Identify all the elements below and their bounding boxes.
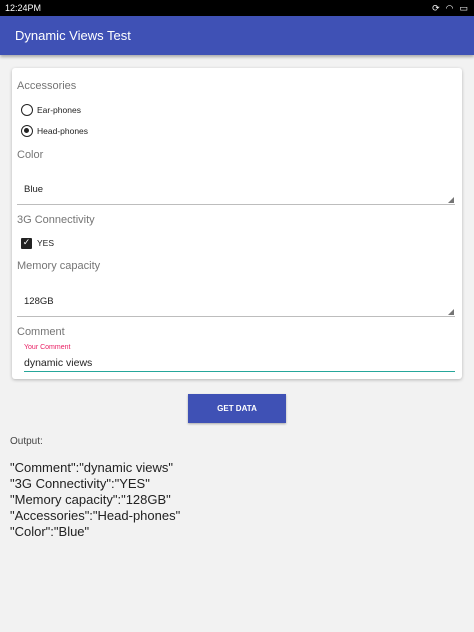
comment-hint: Your Comment [24, 344, 71, 351]
connectivity-checkbox-label: YES [37, 238, 55, 248]
color-spinner[interactable]: Blue [17, 175, 455, 205]
memory-spinner[interactable]: 128GB [17, 287, 455, 317]
accessories-label: Accessories [17, 80, 77, 92]
battery-icon: ▭ [459, 3, 468, 13]
radio-button-checked[interactable] [21, 125, 33, 137]
memory-label: Memory capacity [17, 260, 101, 272]
dropdown-arrow-icon [448, 197, 454, 203]
radio-head-phones[interactable]: Head-phones [21, 123, 88, 139]
color-spinner-value: Blue [24, 184, 44, 195]
sync-icon: ⟳ [432, 3, 440, 13]
memory-spinner-value: 128GB [24, 296, 54, 307]
radio-button-unchecked[interactable] [21, 104, 33, 116]
output-line: "Accessories":"Head-phones" [10, 508, 181, 523]
app-title: Dynamic Views Test [15, 28, 131, 43]
output-line: "3G Connectivity":"YES" [10, 476, 150, 491]
color-label: Color [17, 149, 44, 161]
status-time: 12:24PM [5, 3, 42, 13]
dropdown-arrow-icon [448, 309, 454, 315]
comment-label: Comment [17, 326, 65, 338]
output-line: "Memory capacity":"128GB" [10, 492, 171, 507]
app-bar: Dynamic Views Test [0, 16, 474, 55]
checkbox-checked-icon[interactable]: ✓ [21, 237, 32, 249]
connectivity-label: 3G Connectivity [17, 214, 95, 226]
radio-ear-phones[interactable]: Ear-phones [21, 102, 81, 118]
wifi-icon: ◠ [445, 3, 454, 13]
output-line: "Color":"Blue" [10, 524, 90, 539]
status-icons: ⟳ ◠ ▭ [432, 3, 468, 13]
output-line: "Comment":"dynamic views" [10, 460, 173, 475]
output-label: Output: [10, 436, 43, 447]
connectivity-checkbox-row[interactable]: ✓ YES [21, 236, 54, 250]
output-text: "Comment":"dynamic views" "3G Connectivi… [10, 460, 180, 540]
get-data-button[interactable]: GET DATA [188, 394, 286, 423]
form-card: Accessories Ear-phones Head-phones Color… [12, 68, 462, 379]
radio-label: Ear-phones [37, 105, 81, 115]
radio-label: Head-phones [37, 126, 89, 136]
status-bar: 12:24PM ⟳ ◠ ▭ [0, 0, 474, 16]
comment-input[interactable] [24, 354, 455, 372]
